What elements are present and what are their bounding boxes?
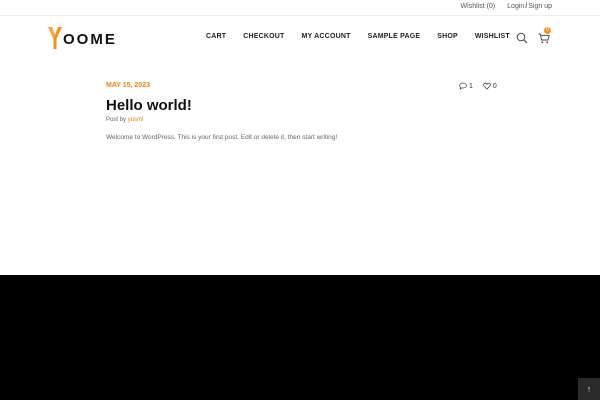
nav-item-shop[interactable]: SHOP xyxy=(437,33,458,40)
post-title[interactable]: Hello world! xyxy=(106,97,192,114)
site-logo[interactable]: OOME xyxy=(48,27,117,49)
signup-link[interactable]: Sign up xyxy=(528,3,552,10)
main-navigation: CART CHECKOUT MY ACCOUNT SAMPLE PAGE SHO… xyxy=(206,33,510,40)
site-footer xyxy=(0,275,600,400)
post-meta: 1 0 xyxy=(459,82,497,90)
nav-item-checkout[interactable]: CHECKOUT xyxy=(243,33,284,40)
cart-icon[interactable] xyxy=(538,33,550,44)
wishlist-link[interactable]: Wishlist (0) xyxy=(461,3,496,10)
back-to-top-button[interactable]: ↑ xyxy=(578,378,600,400)
post-date[interactable]: MAY 15, 2023 xyxy=(106,82,150,89)
search-icon[interactable] xyxy=(516,32,528,44)
top-bar: Wishlist (0) Login / Sign up xyxy=(0,0,600,16)
site-header: OOME CART CHECKOUT MY ACCOUNT SAMPLE PAG… xyxy=(0,16,600,60)
like-count: 0 xyxy=(492,82,497,90)
post-excerpt: Welcome to WordPress. This is your first… xyxy=(106,134,338,141)
arrow-up-icon: ↑ xyxy=(586,384,592,394)
link-separator: / xyxy=(525,3,528,10)
nav-item-sample-page[interactable]: SAMPLE PAGE xyxy=(368,33,421,40)
heart-icon[interactable] xyxy=(483,82,491,90)
post-author-link[interactable]: yusml xyxy=(128,117,144,123)
top-bar-links: Wishlist (0) Login / Sign up xyxy=(461,3,552,10)
nav-item-cart[interactable]: CART xyxy=(206,33,226,40)
comment-count: 1 xyxy=(469,82,473,90)
logo-y-mark xyxy=(48,27,62,49)
comment-icon[interactable] xyxy=(459,82,467,90)
nav-item-my-account[interactable]: MY ACCOUNT xyxy=(302,33,351,40)
nav-item-wishlist[interactable]: WISHLIST xyxy=(475,33,510,40)
login-link[interactable]: Login xyxy=(507,3,524,10)
byline-prefix: Post by xyxy=(106,117,127,123)
cart-count-badge: 0 xyxy=(544,27,551,34)
post-byline: Post by yusml xyxy=(106,117,143,123)
logo-text: OOME xyxy=(63,31,117,48)
